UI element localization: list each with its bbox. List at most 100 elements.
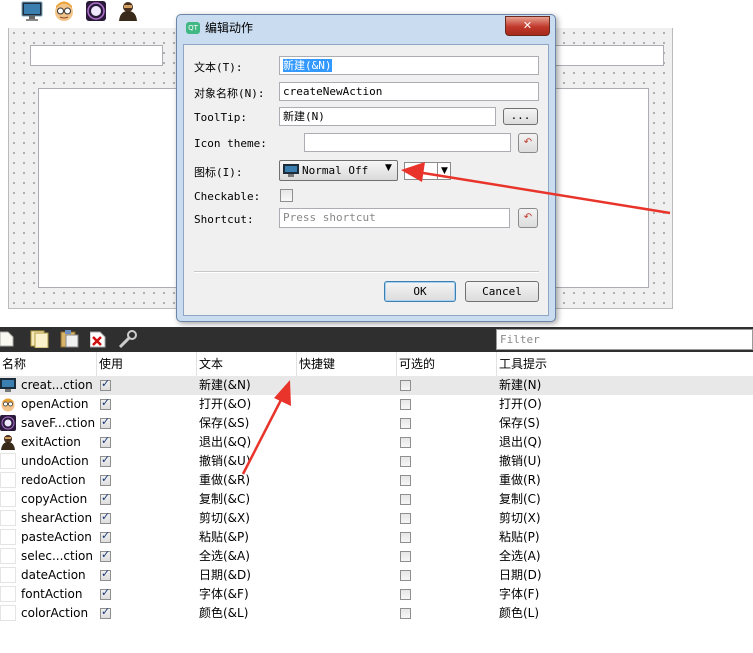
used-checkbox[interactable] [100, 510, 111, 524]
action-text-cell[interactable]: 粘贴(&P) [199, 528, 249, 547]
tooltip-field[interactable]: 新建(N) [279, 107, 496, 126]
table-row[interactable]: redoAction重做(&R)重做(R) [0, 471, 753, 490]
checkable-checkbox[interactable] [400, 570, 411, 581]
used-checkbox[interactable] [100, 605, 111, 619]
action-name-cell[interactable]: exitAction [0, 433, 96, 452]
action-tooltip-cell[interactable]: 字体(F) [499, 585, 539, 604]
used-checkbox[interactable] [100, 491, 111, 505]
column-header-name[interactable]: 名称 [0, 352, 96, 376]
text-field[interactable]: 新建(&N) [279, 56, 539, 75]
action-text-cell[interactable]: 字体(&F) [199, 585, 249, 604]
column-header-shortcut[interactable]: 快捷键 [296, 352, 396, 376]
close-button[interactable]: ✕ [505, 16, 550, 36]
table-row[interactable]: fontAction 字体(&F) 字体(F) [0, 585, 753, 604]
cancel-button[interactable]: Cancel [465, 281, 539, 302]
action-text-cell[interactable]: 颜色(&L) [199, 604, 248, 623]
checkable-checkbox[interactable] [400, 589, 411, 600]
checkable-checkbox[interactable] [400, 437, 411, 448]
ok-button[interactable]: OK [384, 281, 456, 302]
action-tooltip-cell[interactable]: 打开(O) [499, 395, 542, 414]
action-text-cell[interactable]: 全选(&A) [199, 547, 250, 566]
used-checkbox[interactable] [100, 567, 111, 581]
checkable-checkbox[interactable] [400, 399, 411, 410]
action-name-cell[interactable]: selec...ction [0, 547, 96, 566]
action-tooltip-cell[interactable]: 剪切(X) [499, 509, 541, 528]
table-row[interactable]: dateAction 日期(&D) 日期(D) [0, 566, 753, 585]
column-header-checkable[interactable]: 可选的 [396, 352, 496, 376]
action-name-cell[interactable]: undoAction [0, 452, 96, 471]
table-row[interactable]: shearAction 剪切(&X) 剪切(X) [0, 509, 753, 528]
action-name-cell[interactable]: pasteAction [0, 528, 96, 547]
checkable-checkbox[interactable] [400, 456, 411, 467]
checkable-checkbox[interactable] [400, 418, 411, 429]
action-name-cell[interactable]: creat...ction [0, 376, 96, 395]
paste-action-icon[interactable] [60, 330, 80, 348]
action-name-cell[interactable]: shearAction [0, 509, 96, 528]
filter-input[interactable]: Filter [496, 329, 753, 350]
action-text-cell[interactable]: 剪切(&X) [199, 509, 250, 528]
tooltip-browse-button[interactable]: ... [503, 108, 538, 125]
action-name-cell[interactable]: copyAction [0, 490, 96, 509]
form-text-area[interactable] [38, 88, 178, 288]
table-row[interactable]: copyAction 复制(&C) 复制(C) [0, 490, 753, 509]
action-tooltip-cell[interactable]: 重做(R) [499, 471, 541, 490]
checkable-checkbox[interactable] [400, 513, 411, 524]
table-row[interactable]: pasteAction 粘贴(&P) 粘贴(P) [0, 528, 753, 547]
used-checkbox[interactable] [100, 586, 111, 600]
table-row[interactable]: openAction打开(&O)打开(O) [0, 395, 753, 414]
action-name-cell[interactable]: openAction [0, 395, 96, 414]
action-tooltip-cell[interactable]: 保存(S) [499, 414, 540, 433]
form-line-edit-right[interactable] [554, 45, 664, 66]
table-row[interactable]: colorAction 颜色(&L) 颜色(L) [0, 604, 753, 623]
action-name-cell[interactable]: colorAction [0, 604, 96, 623]
action-name-cell[interactable]: saveF...ction [0, 414, 96, 433]
monitor-icon[interactable] [20, 0, 44, 22]
new-action-icon[interactable] [0, 331, 14, 347]
action-tooltip-cell[interactable]: 撤销(U) [499, 452, 541, 471]
copy-action-icon[interactable] [30, 330, 50, 349]
used-checkbox[interactable] [100, 548, 111, 562]
used-checkbox[interactable] [100, 529, 111, 543]
space-icon[interactable] [84, 0, 108, 22]
checkable-checkbox[interactable] [400, 380, 411, 391]
checkable-checkbox[interactable] [400, 532, 411, 543]
action-tooltip-cell[interactable]: 全选(A) [499, 547, 541, 566]
used-checkbox[interactable] [100, 415, 111, 429]
used-checkbox[interactable] [100, 377, 111, 391]
action-tooltip-cell[interactable]: 新建(N) [499, 376, 541, 395]
wrench-icon[interactable] [118, 330, 138, 349]
action-tooltip-cell[interactable]: 退出(Q) [499, 433, 542, 452]
action-name-cell[interactable]: redoAction [0, 471, 96, 490]
table-row[interactable]: creat...ction新建(&N)新建(N) [0, 376, 753, 395]
action-tooltip-cell[interactable]: 日期(D) [499, 566, 542, 585]
column-header-used[interactable]: 使用 [96, 352, 196, 376]
action-name-cell[interactable]: dateAction [0, 566, 96, 585]
checkable-checkbox[interactable] [400, 608, 411, 619]
checkable-checkbox[interactable] [400, 475, 411, 486]
table-row[interactable]: saveF...ction保存(&S)保存(S) [0, 414, 753, 433]
face-icon[interactable] [52, 0, 76, 22]
icon-theme-reset-icon[interactable]: ↶ [518, 133, 538, 153]
character-icon[interactable] [116, 0, 140, 22]
table-row[interactable]: exitAction退出(&Q)退出(Q) [0, 433, 753, 452]
action-tooltip-cell[interactable]: 粘贴(P) [499, 528, 540, 547]
icon-mode-select[interactable]: Normal Off ▼ [279, 160, 398, 181]
checkable-checkbox[interactable] [280, 189, 293, 202]
table-row[interactable]: undoAction撤销(&U)撤销(U) [0, 452, 753, 471]
action-name-cell[interactable]: fontAction [0, 585, 96, 604]
checkable-checkbox[interactable] [400, 551, 411, 562]
action-tooltip-cell[interactable]: 复制(C) [499, 490, 541, 509]
used-checkbox[interactable] [100, 434, 111, 448]
checkable-checkbox[interactable] [400, 494, 411, 505]
used-checkbox[interactable] [100, 453, 111, 467]
table-row[interactable]: selec...ction 全选(&A) 全选(A) [0, 547, 753, 566]
delete-action-icon[interactable] [89, 331, 106, 348]
action-tooltip-cell[interactable]: 颜色(L) [499, 604, 539, 623]
form-line-edit-left[interactable] [30, 45, 163, 66]
action-text-cell[interactable]: 复制(&C) [199, 490, 250, 509]
column-header-tooltip[interactable]: 工具提示 [496, 352, 753, 376]
icon-theme-field[interactable] [304, 133, 511, 152]
object-name-field[interactable]: createNewAction [279, 82, 539, 101]
used-checkbox[interactable] [100, 396, 111, 410]
used-checkbox[interactable] [100, 472, 111, 486]
